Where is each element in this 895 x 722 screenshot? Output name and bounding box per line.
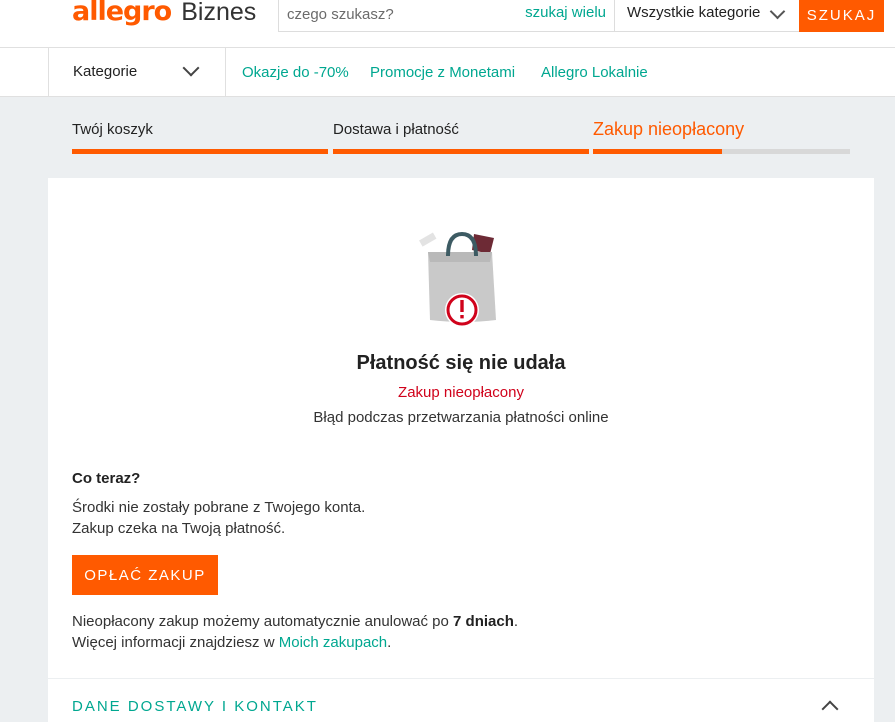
- more-info-text: Więcej informacji znajdziesz w Moich zak…: [72, 634, 391, 651]
- shopping-bag-error-icon: [419, 231, 496, 327]
- step-delivery-progress-fill: [333, 149, 589, 154]
- auto-cancel-days: 7 dniach: [453, 613, 514, 630]
- step-unpaid-label: Zakup nieopłacony: [593, 119, 745, 139]
- nav-link-coin-promotions[interactable]: Promocje z Monetami: [370, 64, 515, 81]
- delivery-contact-title: DANE DOSTAWY I KONTAKT: [72, 698, 318, 715]
- categories-dropdown[interactable]: Kategorie: [48, 48, 226, 96]
- step-delivery-progress: [333, 149, 589, 154]
- logo-word: allegro: [72, 0, 172, 27]
- more-info-suffix: .: [387, 634, 392, 651]
- search-many-link[interactable]: szukaj wielu: [525, 4, 606, 21]
- top-header: allegro Biznes szukaj wielu Wszystkie ka…: [0, 0, 895, 48]
- chevron-down-icon: [769, 3, 786, 20]
- funds-info-text: Środki nie zostały pobrane z Twojego kon…: [72, 499, 366, 516]
- category-select-value: Wszystkie kategorie: [627, 4, 761, 21]
- search-input[interactable]: [279, 0, 519, 30]
- chevron-down-icon: [182, 59, 200, 77]
- delivery-contact-section[interactable]: DANE DOSTAWY I KONTAKT: [48, 679, 874, 722]
- step-cart-label: Twój koszyk: [72, 121, 153, 138]
- chevron-up-icon[interactable]: [821, 700, 839, 718]
- auto-cancel-suffix: .: [513, 613, 519, 630]
- search-button[interactable]: SZUKAJ: [799, 0, 884, 32]
- auto-cancel-prefix: Nieopłacony zakup możemy automatycznie a…: [72, 613, 454, 630]
- step-delivery-label: Dostawa i płatność: [333, 121, 459, 138]
- step-unpaid: Zakup nieopłacony: [593, 119, 745, 140]
- categories-label: Kategorie: [73, 63, 138, 80]
- step-cart[interactable]: Twój koszyk: [72, 121, 153, 138]
- logo-suffix: Biznes: [181, 0, 257, 26]
- step-cart-progress-fill: [72, 149, 328, 154]
- allegro-biznes-logo[interactable]: allegro Biznes: [72, 0, 256, 27]
- status-text: Zakup nieopłacony: [398, 384, 524, 401]
- category-select[interactable]: Wszystkie kategorie: [614, 0, 800, 32]
- my-purchases-link[interactable]: Moich zakupach: [279, 634, 387, 651]
- more-info-prefix: Więcej informacji znajdziesz w: [72, 634, 279, 651]
- pay-button[interactable]: OPŁAĆ ZAKUP: [72, 555, 218, 595]
- page-title: Płatność się nie udała: [356, 352, 566, 374]
- payment-result-card: Płatność się nie udała Zakup nieopłacony…: [48, 178, 874, 678]
- awaiting-payment-text: Zakup czeka na Twoją płatność.: [72, 520, 286, 537]
- nav-link-allegro-lokalnie[interactable]: Allegro Lokalnie: [541, 64, 648, 81]
- step-unpaid-progress: [593, 149, 850, 154]
- step-delivery[interactable]: Dostawa i płatność: [333, 121, 459, 138]
- auto-cancel-info: Nieopłacony zakup możemy automatycznie a…: [72, 613, 518, 630]
- nav-link-deals[interactable]: Okazje do -70%: [242, 64, 349, 81]
- what-now-heading: Co teraz?: [72, 470, 141, 487]
- nav-bar: Kategorie Okazje do -70% Promocje z Mone…: [0, 48, 895, 97]
- error-text: Błąd podczas przetwarzania płatności onl…: [313, 409, 609, 426]
- search-box: szukaj wielu: [278, 0, 615, 32]
- step-unpaid-progress-fill: [593, 149, 722, 154]
- step-cart-progress: [72, 149, 328, 154]
